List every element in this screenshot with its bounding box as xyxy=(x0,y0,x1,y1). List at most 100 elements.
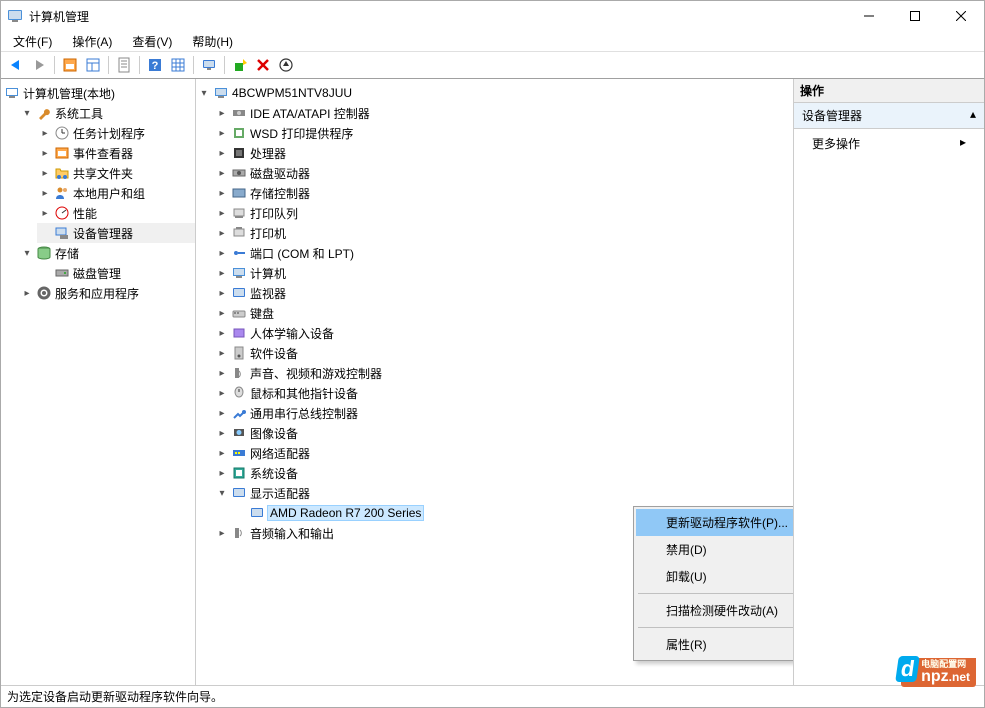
chevron-right-icon[interactable]: ▸ xyxy=(216,327,228,339)
tool-scan[interactable] xyxy=(229,54,251,76)
console-tree[interactable]: 计算机管理(本地) ▾ 系统工具 ▸任务计划程序 ▸事件查看器 ▸共享文件夹 xyxy=(1,79,196,685)
chevron-right-icon[interactable]: ▸ xyxy=(216,227,228,239)
forward-button[interactable] xyxy=(28,54,50,76)
chevron-right-icon[interactable]: ▸ xyxy=(216,347,228,359)
node-disk-mgmt[interactable]: ▸磁盘管理 xyxy=(37,263,195,283)
node-local-users[interactable]: ▸本地用户和组 xyxy=(37,183,195,203)
menu-file[interactable]: 文件(F) xyxy=(5,31,60,52)
dev-root[interactable]: ▾ 4BCWPM51NTV8JUU xyxy=(196,83,793,103)
cm-update-driver[interactable]: 更新驱动程序软件(P)... xyxy=(636,509,794,536)
device-category[interactable]: ▸打印队列 xyxy=(214,203,793,223)
tool-spreadsheet[interactable] xyxy=(167,54,189,76)
chevron-right-icon[interactable]: ▸ xyxy=(216,127,228,139)
cm-disable[interactable]: 禁用(D) xyxy=(636,536,794,563)
minimize-button[interactable] xyxy=(846,1,892,31)
chevron-right-icon[interactable]: ▸ xyxy=(39,147,51,159)
device-category-display-adapters[interactable]: ▾ 显示适配器 xyxy=(214,483,793,503)
chevron-right-icon[interactable]: ▸ xyxy=(39,207,51,219)
chevron-right-icon[interactable]: ▸ xyxy=(39,187,51,199)
cm-uninstall[interactable]: 卸载(U) xyxy=(636,563,794,590)
back-button[interactable] xyxy=(5,54,27,76)
cm-properties[interactable]: 属性(R) xyxy=(636,631,794,658)
chevron-right-icon[interactable]: ▸ xyxy=(216,207,228,219)
tool-help[interactable]: ? xyxy=(144,54,166,76)
close-button[interactable] xyxy=(938,1,984,31)
device-category[interactable]: ▸系统设备 xyxy=(214,463,793,483)
node-label: 磁盘管理 xyxy=(73,265,121,282)
device-category[interactable]: ▸ 磁盘驱动器 xyxy=(214,163,793,183)
device-category[interactable]: ▸监视器 xyxy=(214,283,793,303)
tool-update[interactable] xyxy=(275,54,297,76)
node-label: 显示适配器 xyxy=(250,485,310,502)
device-category[interactable]: ▸WSD 打印提供程序 xyxy=(214,123,793,143)
device-category[interactable]: ▸声音、视频和游戏控制器 xyxy=(214,363,793,383)
cm-scan[interactable]: 扫描检测硬件改动(A) xyxy=(636,597,794,624)
chevron-right-icon[interactable]: ▸ xyxy=(216,387,228,399)
chevron-right-icon[interactable]: ▸ xyxy=(39,167,51,179)
node-task-scheduler[interactable]: ▸任务计划程序 xyxy=(37,123,195,143)
actions-section[interactable]: 设备管理器 ▴ xyxy=(794,103,984,129)
chevron-right-icon[interactable]: ▸ xyxy=(216,427,228,439)
device-category[interactable]: ▸打印机 xyxy=(214,223,793,243)
chevron-right-icon[interactable]: ▸ xyxy=(216,107,228,119)
chevron-down-icon[interactable]: ▾ xyxy=(21,107,33,119)
chevron-down-icon[interactable]: ▾ xyxy=(216,487,228,499)
chevron-right-icon[interactable]: ▸ xyxy=(216,247,228,259)
chevron-right-icon[interactable]: ▸ xyxy=(216,367,228,379)
device-category[interactable]: ▸鼠标和其他指针设备 xyxy=(214,383,793,403)
device-category[interactable]: ▸键盘 xyxy=(214,303,793,323)
chevron-right-icon[interactable]: ▸ xyxy=(216,447,228,459)
chevron-right-icon[interactable]: ▸ xyxy=(216,407,228,419)
chevron-down-icon[interactable]: ▾ xyxy=(21,247,33,259)
menu-action[interactable]: 操作(A) xyxy=(64,31,120,52)
device-category[interactable]: ▸网络适配器 xyxy=(214,443,793,463)
chevron-right-icon[interactable]: ▸ xyxy=(21,287,33,299)
node-shared-folders[interactable]: ▸共享文件夹 xyxy=(37,163,195,183)
node-storage[interactable]: ▾存储 xyxy=(19,243,195,263)
menu-view[interactable]: 查看(V) xyxy=(124,31,180,52)
chevron-right-icon[interactable]: ▸ xyxy=(216,467,228,479)
device-category-icon xyxy=(231,405,247,421)
tool-properties[interactable] xyxy=(113,54,135,76)
device-category[interactable]: ▸存储控制器 xyxy=(214,183,793,203)
node-device-manager[interactable]: ▸设备管理器 xyxy=(37,223,195,243)
maximize-button[interactable] xyxy=(892,1,938,31)
tool-show-hide[interactable] xyxy=(59,54,81,76)
node-label: 磁盘驱动器 xyxy=(250,165,310,182)
chevron-right-icon[interactable]: ▸ xyxy=(216,187,228,199)
chevron-up-icon: ▴ xyxy=(970,107,976,124)
node-label: 系统工具 xyxy=(55,105,103,122)
node-event-viewer[interactable]: ▸事件查看器 xyxy=(37,143,195,163)
device-category[interactable]: ▸图像设备 xyxy=(214,423,793,443)
device-category[interactable]: ▸通用串行总线控制器 xyxy=(214,403,793,423)
chevron-right-icon[interactable]: ▸ xyxy=(216,267,228,279)
device-category[interactable]: ▸ 处理器 xyxy=(214,143,793,163)
node-root[interactable]: 计算机管理(本地) xyxy=(1,83,195,103)
chevron-right-icon[interactable]: ▸ xyxy=(216,527,228,539)
device-category-icon xyxy=(231,445,247,461)
tool-monitor[interactable] xyxy=(198,54,220,76)
chevron-right-icon[interactable]: ▸ xyxy=(39,127,51,139)
actions-more[interactable]: 更多操作 ▸ xyxy=(794,129,984,158)
node-system-tools[interactable]: ▾ 系统工具 xyxy=(19,103,195,123)
device-category[interactable]: ▸端口 (COM 和 LPT) xyxy=(214,243,793,263)
chevron-right-icon[interactable]: ▸ xyxy=(216,307,228,319)
device-category-icon xyxy=(231,325,247,341)
node-performance[interactable]: ▸性能 xyxy=(37,203,195,223)
node-label: 处理器 xyxy=(250,145,286,162)
device-category[interactable]: ▸软件设备 xyxy=(214,343,793,363)
tool-window[interactable] xyxy=(82,54,104,76)
chevron-right-icon: ▸ xyxy=(960,135,966,152)
tool-delete[interactable] xyxy=(252,54,274,76)
chevron-right-icon[interactable]: ▸ xyxy=(216,167,228,179)
chevron-right-icon[interactable]: ▸ xyxy=(216,147,228,159)
chevron-right-icon[interactable]: ▸ xyxy=(216,287,228,299)
node-label: 计算机 xyxy=(250,265,286,282)
device-tree[interactable]: ▾ 4BCWPM51NTV8JUU ▸IDE ATA/ATAPI 控制器▸WSD… xyxy=(196,79,794,685)
device-category[interactable]: ▸IDE ATA/ATAPI 控制器 xyxy=(214,103,793,123)
chevron-down-icon[interactable]: ▾ xyxy=(198,87,210,99)
node-services-apps[interactable]: ▸服务和应用程序 xyxy=(19,283,195,303)
device-category[interactable]: ▸人体学输入设备 xyxy=(214,323,793,343)
device-category[interactable]: ▸ 计算机 xyxy=(214,263,793,283)
menu-help[interactable]: 帮助(H) xyxy=(184,31,241,52)
